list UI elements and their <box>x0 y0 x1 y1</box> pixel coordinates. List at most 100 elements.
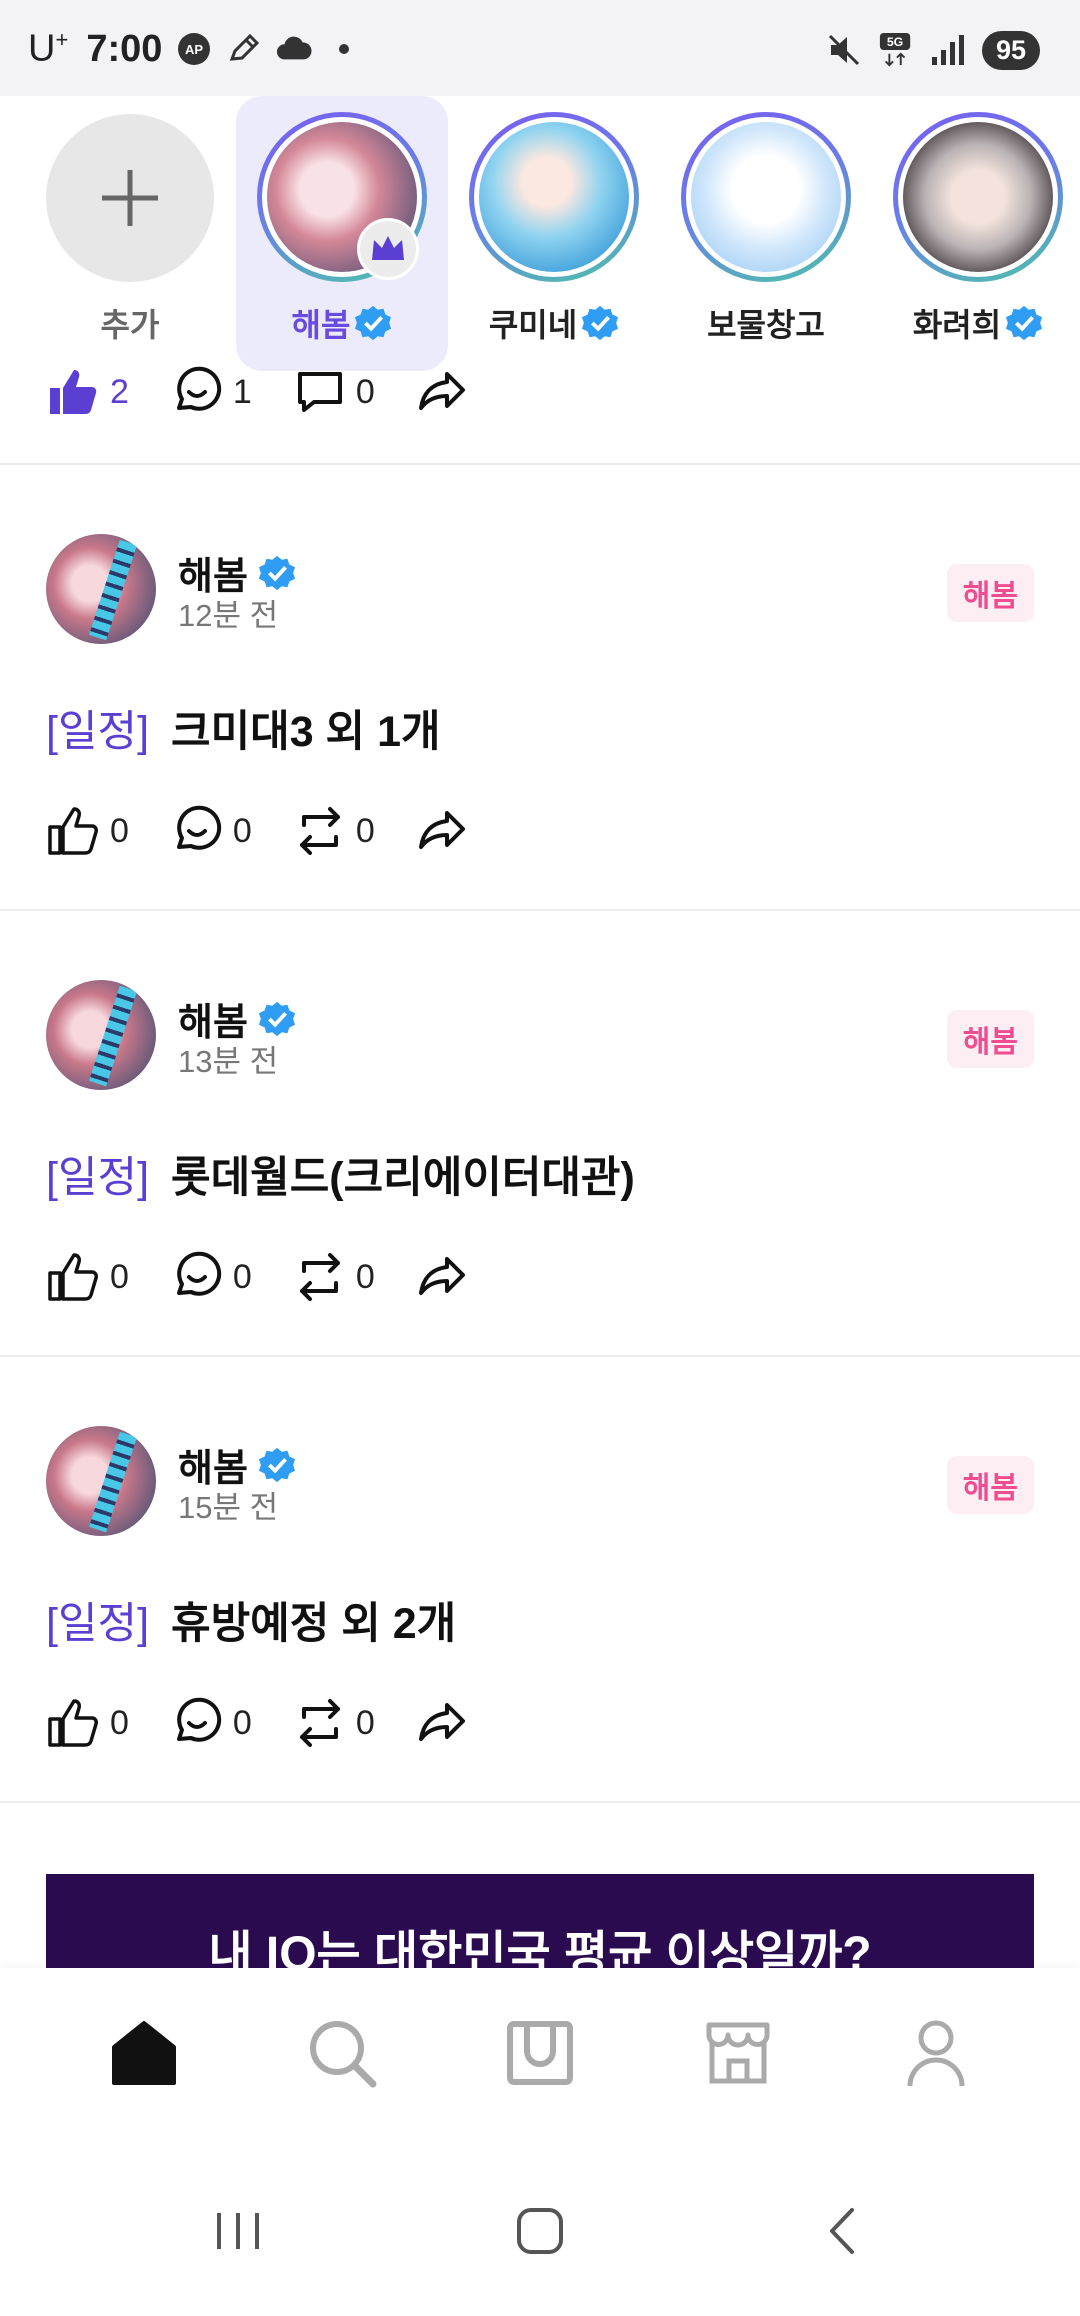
share-button[interactable] <box>415 362 471 422</box>
like-count: 2 <box>110 372 129 411</box>
avatar[interactable] <box>46 980 156 1090</box>
avatar[interactable] <box>46 534 156 644</box>
app-notification-icon: AP <box>176 31 212 67</box>
story-add[interactable]: 추가 <box>24 96 236 378</box>
recent-apps-button[interactable] <box>193 2186 283 2276</box>
repost-button[interactable]: 0 <box>292 362 375 422</box>
share-icon <box>418 1703 465 1741</box>
nav-home[interactable] <box>99 2008 189 2098</box>
story-haebom[interactable]: 해봄 <box>236 96 448 378</box>
like-count: 0 <box>110 1257 129 1296</box>
svg-text:5G: 5G <box>887 35 903 49</box>
post-time: 13분 전 <box>178 1044 279 1079</box>
mute-icon <box>826 32 862 68</box>
add-story-button[interactable] <box>46 114 214 282</box>
like-count: 0 <box>110 1703 129 1742</box>
post-title[interactable]: [일정] 휴방예정 외 2개 <box>46 1589 456 1651</box>
channel-tag[interactable]: 해봄 <box>946 564 1034 622</box>
verified-badge-icon <box>258 1001 295 1036</box>
verified-badge-icon <box>582 305 619 341</box>
story-kumine[interactable]: 쿠미네 <box>448 96 660 378</box>
network-5g-icon: 5G <box>878 32 914 68</box>
post-title[interactable]: [일정] 크미대3 외 1개 <box>46 697 441 759</box>
story-name: 화려희 <box>912 307 1002 343</box>
repost-icon <box>299 1253 340 1301</box>
post-actions: 0 0 0 <box>46 1247 511 1307</box>
back-button[interactable] <box>797 2186 887 2276</box>
nav-inbox[interactable] <box>495 2008 585 2098</box>
repost-count: 0 <box>355 372 375 411</box>
avatar <box>479 122 629 272</box>
like-button[interactable]: 2 <box>46 362 129 422</box>
post-card[interactable]: 해봄 13분 전 해봄 [일정] 롯데월드(크리에이터대관) 0 0 0 <box>0 911 1080 1355</box>
like-button[interactable]: 0 <box>46 1693 129 1753</box>
channel-tag[interactable]: 해봄 <box>946 1456 1034 1514</box>
share-button[interactable] <box>415 1247 471 1307</box>
post-title-text: 크미대3 외 1개 <box>171 708 441 756</box>
repost-count: 0 <box>355 1703 375 1742</box>
home-system-button[interactable] <box>495 2186 585 2276</box>
repost-button[interactable]: 0 <box>292 1693 375 1753</box>
story-name: 보물창고 <box>707 307 825 343</box>
post-category: [일정] <box>46 1600 150 1648</box>
comment-count: 0 <box>232 1703 252 1742</box>
nav-profile[interactable] <box>891 2008 981 2098</box>
like-button[interactable]: 0 <box>46 1247 129 1307</box>
home-icon <box>112 2021 176 2085</box>
avatar <box>903 122 1053 272</box>
bottom-nav <box>0 1968 1080 2146</box>
post-time: 15분 전 <box>178 1490 279 1525</box>
share-icon <box>418 811 465 849</box>
pen-icon <box>226 31 262 67</box>
like-count: 0 <box>110 811 129 850</box>
repost-count: 0 <box>355 1257 375 1296</box>
post-title[interactable]: [일정] 롯데월드(크리에이터대관) <box>46 1143 635 1205</box>
comment-icon <box>176 1251 222 1296</box>
battery-level: 95 <box>981 30 1040 70</box>
comment-button[interactable]: 0 <box>169 1247 252 1307</box>
nav-store[interactable] <box>693 2008 783 2098</box>
post-category: [일정] <box>46 708 150 756</box>
comment-count: 0 <box>232 1257 252 1296</box>
signal-icon <box>930 32 966 68</box>
repost-icon <box>299 1699 340 1747</box>
avatar[interactable] <box>46 1426 156 1536</box>
story-avatar-ring <box>257 112 427 282</box>
story-name: 쿠미네 <box>488 307 578 343</box>
promo-banner[interactable]: 내 IQ는 대한민국 평균 이상일까? <box>46 1874 1034 1970</box>
story-hwaryeohui[interactable]: 화려희 <box>872 96 1080 378</box>
thumbs-up-icon <box>48 1253 98 1301</box>
repost-icon <box>299 807 340 855</box>
nav-search[interactable] <box>297 2008 387 2098</box>
comment-count: 1 <box>232 372 252 411</box>
post-actions: 0 0 0 <box>46 1693 511 1753</box>
comment-button[interactable]: 1 <box>169 362 252 422</box>
svg-text:AP: AP <box>185 42 203 57</box>
share-button[interactable] <box>415 1693 471 1753</box>
comment-icon <box>176 1697 222 1742</box>
repost-button[interactable]: 0 <box>292 801 375 861</box>
post-category: [일정] <box>46 1154 150 1202</box>
repost-button[interactable]: 0 <box>292 1247 375 1307</box>
story-treasure[interactable]: 보물창고 <box>660 96 872 378</box>
share-button[interactable] <box>415 801 471 861</box>
channel-tag[interactable]: 해봄 <box>946 1010 1034 1068</box>
post-card[interactable]: 해봄 15분 전 해봄 [일정] 휴방예정 외 2개 0 0 0 <box>0 1357 1080 1801</box>
story-avatar-ring <box>893 112 1063 282</box>
like-button[interactable]: 0 <box>46 801 129 861</box>
verified-badge-icon <box>1006 305 1043 341</box>
post-card[interactable]: 해봄 12분 전 해봄 [일정] 크미대3 외 1개 0 0 0 <box>0 465 1080 909</box>
verified-badge-icon <box>258 555 295 590</box>
repost-count: 0 <box>355 811 375 850</box>
clock: 7:00 <box>86 27 163 70</box>
comment-button[interactable]: 0 <box>169 801 252 861</box>
system-nav-bar <box>0 2146 1080 2316</box>
plus-icon <box>102 170 158 226</box>
comment-button[interactable]: 0 <box>169 1693 252 1753</box>
search-icon <box>310 2021 377 2088</box>
verified-badge-icon <box>355 305 392 341</box>
status-bar: U+ 7:00 AP 5G 95 <box>0 0 1080 96</box>
cloud-icon <box>276 31 312 67</box>
dot-icon <box>326 31 362 67</box>
crown-icon <box>357 218 419 280</box>
